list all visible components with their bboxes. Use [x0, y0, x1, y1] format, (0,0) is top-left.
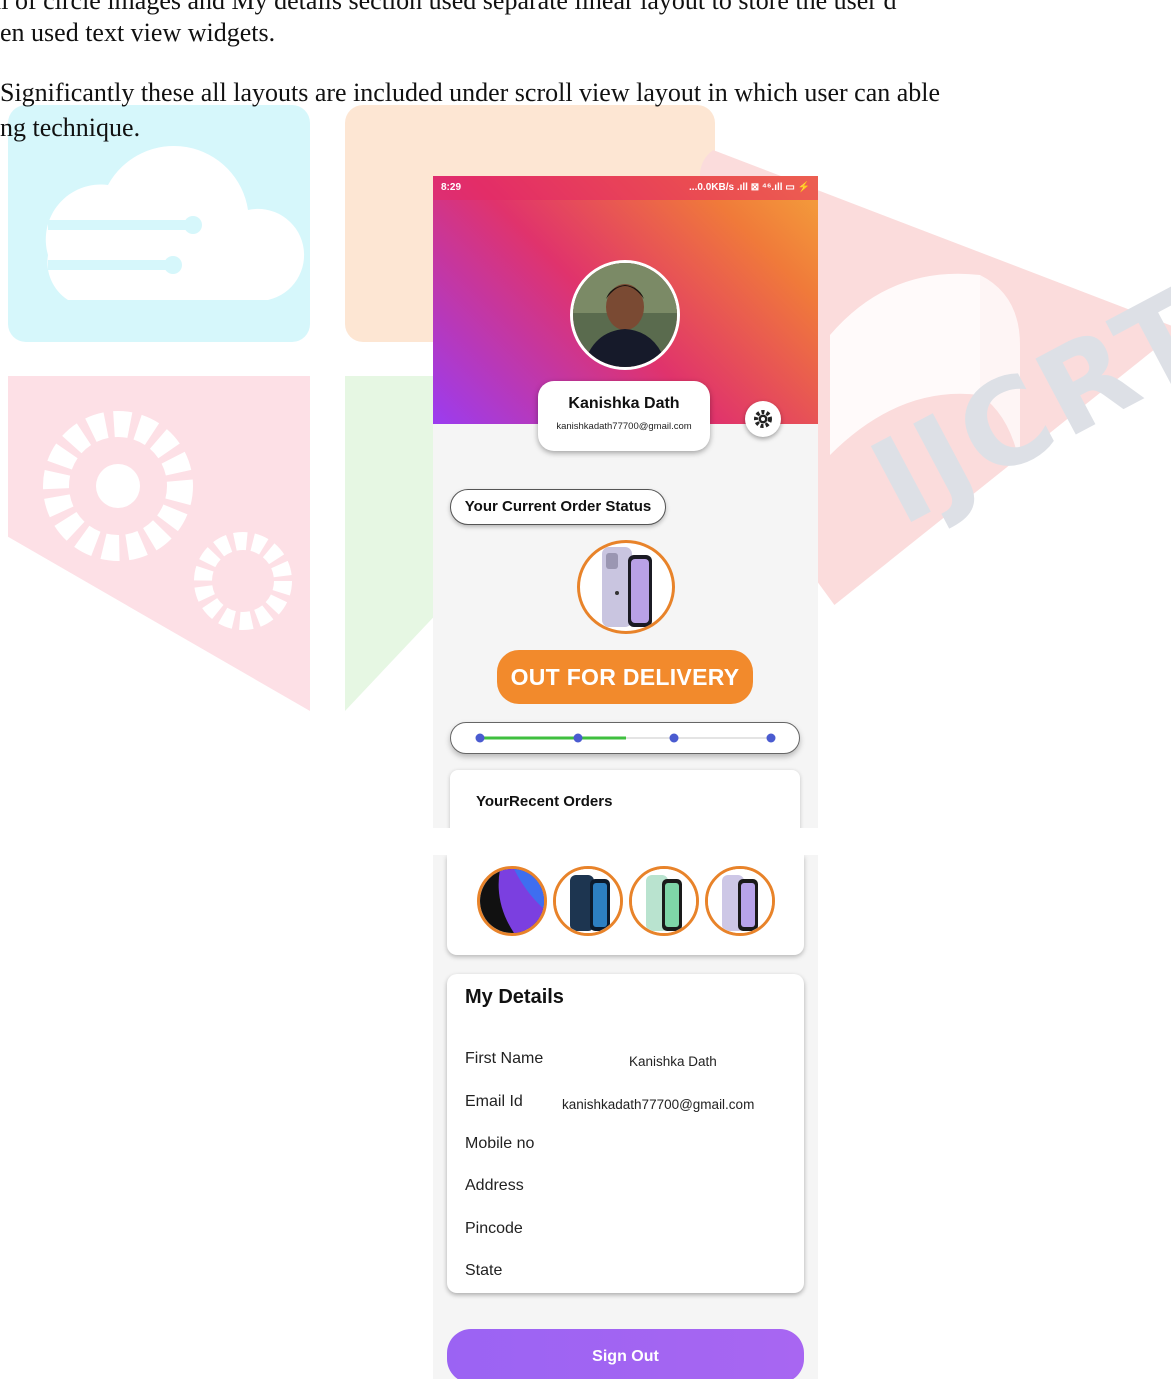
phone-product-icon [556, 869, 620, 933]
avatar[interactable] [570, 260, 680, 370]
order-status-label: OUT FOR DELIVERY [497, 650, 753, 704]
profile-name-card: Kanishka Dath kanishkadath77700@gmail.co… [538, 381, 710, 451]
status-bar: 8:29 ...0.0KB/s .ıll ⊠ ⁴⁶.ıll ▭ ⚡ [433, 176, 818, 200]
doc-text-line: ng technique. [0, 113, 141, 142]
status-indicators: ...0.0KB/s .ıll ⊠ ⁴⁶.ıll ▭ ⚡ [689, 182, 810, 193]
progress-steps [475, 733, 776, 743]
progress-step-dot [766, 733, 776, 743]
doc-text-line: ll of circle images and My details secti… [0, 0, 897, 15]
profile-email: kanishkadath77700@gmail.com [556, 421, 692, 432]
progress-step-dot [669, 733, 679, 743]
order-progress-tracker [450, 722, 800, 754]
detail-label-state: State [465, 1262, 503, 1279]
recent-order-thumb[interactable] [553, 866, 623, 936]
app-screenshot-top: 8:29 ...0.0KB/s .ıll ⊠ ⁴⁶.ıll ▭ ⚡ Kanish… [433, 176, 818, 828]
status-time: 8:29 [441, 182, 462, 193]
progress-step-dot [475, 733, 485, 743]
profile-name: Kanishka Dath [568, 395, 680, 412]
recent-orders-title: YourRecent Orders [476, 793, 613, 810]
recent-order-thumb[interactable] [477, 866, 547, 936]
progress-step-dot [573, 733, 583, 743]
recent-orders-list [447, 855, 804, 955]
phone-product-icon [632, 869, 696, 933]
doc-text-line: en used text view widgets. [0, 18, 276, 47]
profile-photo [573, 263, 677, 367]
detail-label-mobile: Mobile no [465, 1135, 535, 1152]
settings-button[interactable] [745, 401, 781, 437]
phone-product-icon [708, 869, 772, 933]
detail-value-email: kanishkadath77700@gmail.com [562, 1097, 755, 1112]
detail-label-first-name: First Name [465, 1050, 544, 1067]
watermark-pink-tile [8, 376, 310, 711]
detail-label-address: Address [465, 1177, 524, 1194]
recent-order-thumb[interactable] [629, 866, 699, 936]
detail-label-email: Email Id [465, 1093, 523, 1110]
doc-text-line: Significantly these all layouts are incl… [0, 78, 941, 107]
gears-icon [43, 411, 292, 630]
recent-order-thumb[interactable] [705, 866, 775, 936]
detail-label-pincode: Pincode [465, 1220, 523, 1237]
current-order-image[interactable] [577, 540, 675, 634]
my-details-title: My Details [465, 986, 564, 1008]
gear-icon [754, 410, 772, 428]
my-details-card: My Details First Name Kanishka Dath Emai… [447, 974, 804, 1293]
detail-value-first-name: Kanishka Dath [629, 1054, 717, 1069]
recent-orders-card: YourRecent Orders [450, 770, 800, 828]
sign-out-button[interactable]: Sign Out [447, 1329, 804, 1379]
phone-product-icon [480, 869, 544, 933]
phone-product-icon [602, 547, 652, 627]
order-status-heading: Your Current Order Status [450, 489, 666, 525]
app-screenshot-bottom: My Details First Name Kanishka Dath Emai… [433, 855, 818, 1379]
